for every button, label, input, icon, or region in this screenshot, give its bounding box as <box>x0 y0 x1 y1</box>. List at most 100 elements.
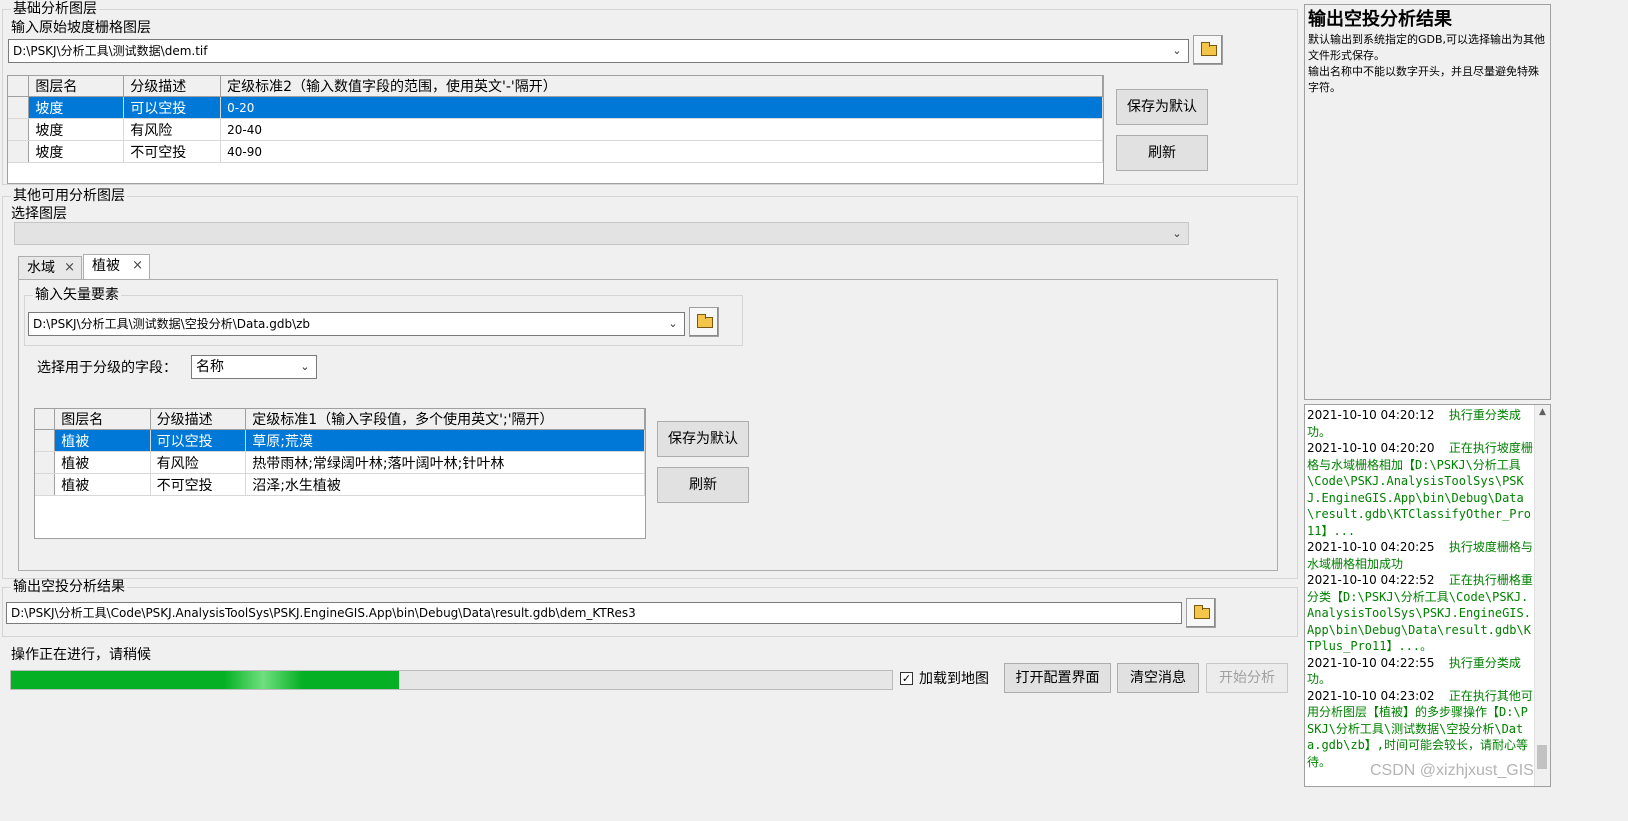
output-group-title: 输出空投分析结果 <box>11 579 127 595</box>
output-path-field[interactable]: D:\PSKJ\分析工具\Code\PSKJ.AnalysisToolSys\P… <box>6 602 1182 624</box>
field-select-combo[interactable]: 名称 ⌄ <box>191 355 317 379</box>
tab-water-label: 水域 <box>27 260 55 276</box>
save-default-button[interactable]: 保存为默认 <box>657 421 749 457</box>
help-panel: 输出空投分析结果 默认输出到系统指定的GDB,可以选择输出为其他文件形式保存。 … <box>1304 4 1551 400</box>
cell-criteria[interactable]: 40-90 <box>220 140 1103 163</box>
row-header-corner <box>35 409 56 430</box>
load-to-map-label[interactable]: 加载到地图 <box>919 670 989 688</box>
chevron-down-icon[interactable]: ⌄ <box>298 356 312 378</box>
log-entry: 2021-10-10 04:22:55 执行重分类成功。 <box>1307 655 1521 687</box>
vegetation-classify-grid[interactable]: 图层名 分级描述 定级标准1（输入字段值，多个使用英文';'隔开） 植被 可以空… <box>34 408 646 539</box>
watermark: CSDN @xizhjxust_GIS <box>1370 762 1534 779</box>
row-selector[interactable] <box>35 473 56 496</box>
browse-vector-button[interactable] <box>689 307 719 337</box>
checkmark-icon: ✓ <box>901 672 912 685</box>
cell-layer[interactable]: 坡度 <box>28 118 125 141</box>
log-entry: 2021-10-10 04:20:25 执行坡度栅格与水域栅格相加成功 <box>1307 540 1533 571</box>
table-row[interactable]: 坡度 不可空投 40-90 <box>8 140 1103 163</box>
cell-desc[interactable]: 有风险 <box>150 451 247 474</box>
scroll-thumb[interactable] <box>1537 745 1547 769</box>
slope-raster-label: 输入原始坡度栅格图层 <box>11 20 151 36</box>
chevron-down-icon[interactable]: ⌄ <box>1170 40 1184 62</box>
cell-layer[interactable]: 坡度 <box>28 140 125 163</box>
table-row[interactable]: 坡度 有风险 20-40 <box>8 118 1103 141</box>
table-row[interactable]: 坡度 可以空投 0-20 <box>8 96 1103 119</box>
cell-criteria[interactable]: 沼泽;水生植被 <box>245 473 645 496</box>
row-selector[interactable] <box>8 140 30 163</box>
cell-desc[interactable]: 不可空投 <box>150 473 247 496</box>
col-header-criteria[interactable]: 定级标准1（输入字段值，多个使用英文';'隔开） <box>245 409 645 430</box>
scroll-up-icon[interactable]: ▲ <box>1535 405 1550 419</box>
cell-layer[interactable]: 植被 <box>54 429 151 452</box>
col-header-criteria[interactable]: 定级标准2（输入数值字段的范围，使用英文'-'隔开） <box>220 76 1103 97</box>
start-analysis-button[interactable]: 开始分析 <box>1206 663 1288 693</box>
col-header-desc[interactable]: 分级描述 <box>123 76 222 97</box>
cell-criteria[interactable]: 20-40 <box>220 118 1103 141</box>
row-header-corner <box>8 76 30 97</box>
folder-open-icon <box>1194 605 1210 619</box>
field-select-value: 名称 <box>196 359 224 375</box>
basic-layer-group-title: 基础分析图层 <box>11 1 99 17</box>
log-scrollbar[interactable]: ▲ <box>1534 405 1550 786</box>
select-layer-combo[interactable]: ⌄ <box>14 222 1189 245</box>
cell-layer[interactable]: 植被 <box>54 451 151 474</box>
chevron-down-icon[interactable]: ⌄ <box>666 313 680 335</box>
table-row[interactable]: 植被 可以空投 草原;荒漠 <box>35 429 645 452</box>
other-layer-group-title: 其他可用分析图层 <box>11 188 127 204</box>
tab-water[interactable]: 水域 × <box>18 256 82 280</box>
help-title: 输出空投分析结果 <box>1308 9 1452 30</box>
close-icon[interactable]: × <box>64 257 75 279</box>
grid-header-row: 图层名 分级描述 定级标准2（输入数值字段的范围，使用英文'-'隔开） <box>8 76 1103 97</box>
col-header-layer[interactable]: 图层名 <box>28 76 125 97</box>
select-layer-label: 选择图层 <box>11 206 67 222</box>
slope-raster-value: D:\PSKJ\分析工具\测试数据\dem.tif <box>13 44 208 58</box>
cell-desc[interactable]: 可以空投 <box>150 429 247 452</box>
help-body-1: 默认输出到系统指定的GDB,可以选择输出为其他文件形式保存。 <box>1308 33 1546 62</box>
cell-criteria[interactable]: 热带雨林;常绿阔叶林;落叶阔叶林;针叶林 <box>245 451 645 474</box>
progress-fill <box>11 671 399 689</box>
browse-slope-button[interactable] <box>1193 35 1223 65</box>
output-path-value: D:\PSKJ\分析工具\Code\PSKJ.AnalysisToolSys\P… <box>11 606 636 620</box>
tab-vegetation-label: 植被 <box>92 258 120 274</box>
table-row[interactable]: 植被 不可空投 沼泽;水生植被 <box>35 473 645 496</box>
tab-vegetation[interactable]: 植被 × <box>83 254 150 280</box>
cell-desc[interactable]: 可以空投 <box>123 96 222 119</box>
vector-feature-value: D:\PSKJ\分析工具\测试数据\空投分析\Data.gdb\zb <box>33 317 311 331</box>
row-selector[interactable] <box>8 118 30 141</box>
load-to-map-checkbox[interactable]: ✓ <box>900 672 913 685</box>
field-select-label: 选择用于分级的字段： <box>37 360 177 376</box>
col-header-layer[interactable]: 图层名 <box>54 409 151 430</box>
refresh-button[interactable]: 刷新 <box>1116 135 1208 171</box>
log-panel[interactable]: 2021-10-10 04:20:12 执行重分类成功。 2021-10-10 … <box>1304 404 1551 787</box>
slope-classify-grid[interactable]: 图层名 分级描述 定级标准2（输入数值字段的范围，使用英文'-'隔开） 坡度 可… <box>7 75 1104 184</box>
slope-raster-combo[interactable]: D:\PSKJ\分析工具\测试数据\dem.tif ⌄ <box>8 39 1189 63</box>
clear-messages-button[interactable]: 清空消息 <box>1117 663 1199 693</box>
open-config-button[interactable]: 打开配置界面 <box>1004 663 1111 693</box>
log-entry: 2021-10-10 04:20:12 执行重分类成功。 <box>1307 408 1521 439</box>
cell-criteria[interactable]: 0-20 <box>220 96 1103 119</box>
log-content: 2021-10-10 04:20:12 执行重分类成功。 2021-10-10 … <box>1307 407 1533 770</box>
chevron-down-icon[interactable]: ⌄ <box>1170 223 1184 244</box>
help-body-2: 输出名称中不能以数字开头，并且尽量避免特殊字符。 <box>1308 65 1539 94</box>
log-entry: 2021-10-10 04:22:52 正在执行栅格重分类【D:\PSKJ\分析… <box>1307 573 1533 653</box>
vector-feature-combo[interactable]: D:\PSKJ\分析工具\测试数据\空投分析\Data.gdb\zb ⌄ <box>28 312 685 336</box>
cell-desc[interactable]: 不可空投 <box>123 140 222 163</box>
status-text: 操作正在进行，请稍候 <box>11 647 151 663</box>
browse-output-button[interactable] <box>1186 598 1216 628</box>
close-icon[interactable]: × <box>132 255 143 277</box>
refresh-button[interactable]: 刷新 <box>657 467 749 503</box>
row-selector[interactable] <box>35 451 56 474</box>
cell-layer[interactable]: 植被 <box>54 473 151 496</box>
row-selector[interactable] <box>8 96 30 119</box>
table-row[interactable]: 植被 有风险 热带雨林;常绿阔叶林;落叶阔叶林;针叶林 <box>35 451 645 474</box>
folder-open-icon <box>697 314 713 328</box>
progress-bar <box>10 670 893 690</box>
grid-header-row: 图层名 分级描述 定级标准1（输入字段值，多个使用英文';'隔开） <box>35 409 645 430</box>
row-selector[interactable] <box>35 429 56 452</box>
cell-desc[interactable]: 有风险 <box>123 118 222 141</box>
cell-criteria[interactable]: 草原;荒漠 <box>245 429 645 452</box>
cell-layer[interactable]: 坡度 <box>28 96 125 119</box>
vector-feature-group-title: 输入矢量要素 <box>33 287 121 303</box>
col-header-desc[interactable]: 分级描述 <box>150 409 247 430</box>
save-default-button[interactable]: 保存为默认 <box>1116 89 1208 125</box>
